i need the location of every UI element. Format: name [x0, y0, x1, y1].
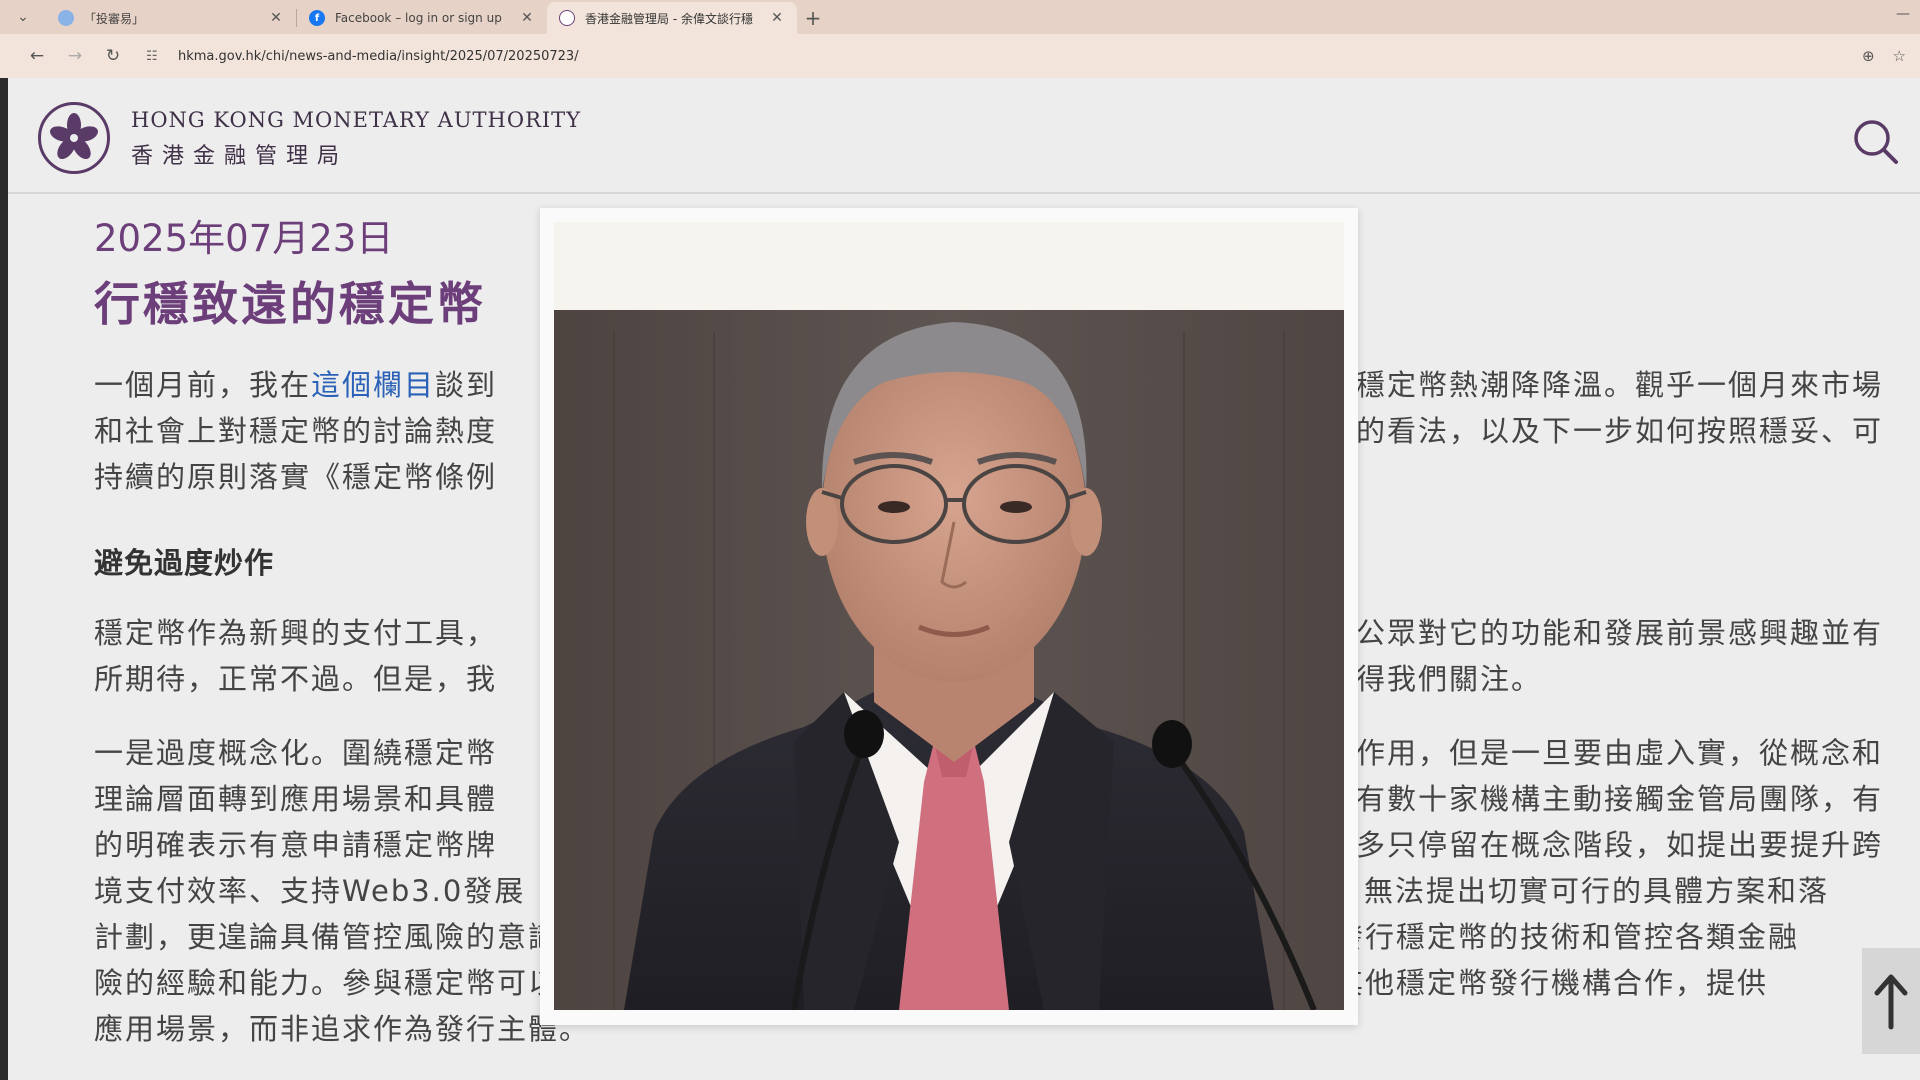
zoom-icon[interactable]: ⊕	[1862, 47, 1875, 65]
tab-search-chevron-icon[interactable]: ⌄	[0, 0, 46, 34]
tab-2-title: Facebook – log in or sign up	[335, 11, 502, 25]
text: 無法提出切實可行的具體方案和落	[1364, 874, 1830, 908]
forward-button[interactable]: →	[56, 41, 94, 71]
logo-name-en: HONG KONG MONETARY AUTHORITY	[131, 108, 582, 132]
text: 一是過度概念化。圍繞穩定幣	[94, 736, 498, 770]
browser-toolbar: ← → ↻ ☷ hkma.gov.hk/chi/news-and-media/i…	[0, 34, 1920, 78]
text: 公眾對它的功能和發展前景感興趣並有	[1356, 616, 1884, 650]
tab-close-icon[interactable]: ✕	[519, 10, 535, 26]
web-page: HONG KONG MONETARY AUTHORITY 香港金融管理局 202…	[8, 78, 1920, 1080]
site-info-icon[interactable]: ☷	[146, 49, 168, 64]
tab-strip: ⌄ 「投審易」 ✕ f Facebook – log in or sign up…	[0, 0, 1920, 34]
tab-close-icon[interactable]: ✕	[268, 10, 284, 26]
text: 一個月前，我在	[94, 368, 312, 402]
text: 得我們關注。	[1356, 662, 1543, 696]
reload-button[interactable]: ↻	[94, 41, 132, 71]
speaker-photo	[554, 222, 1344, 1010]
new-tab-button[interactable]: +	[797, 2, 829, 34]
text: 和社會上對穩定幣的討論熱度	[94, 414, 498, 448]
text: 的明確表示有意申請穩定幣牌	[94, 828, 498, 862]
minimize-icon[interactable]: —	[1896, 6, 1910, 22]
tab-3-title: 香港金融管理局 - 余偉文談行穩	[585, 11, 753, 26]
site-header: HONG KONG MONETARY AUTHORITY 香港金融管理局	[8, 78, 1920, 194]
bookmark-star-icon[interactable]: ☆	[1893, 47, 1906, 65]
column-link[interactable]: 這個欄目	[311, 368, 435, 402]
site-icon	[58, 10, 74, 26]
text: 多只停留在概念階段，如提出要提升跨	[1356, 828, 1884, 862]
text: 所期待，正常不過。但是，我	[94, 662, 498, 696]
inset-photo-frame	[540, 208, 1358, 1025]
toolbar-right: ⊕ ☆	[1862, 47, 1920, 65]
text: 理論層面轉到應用場景和具體	[94, 782, 498, 816]
text: 有數十家機構主動接觸金管局團隊，有	[1356, 782, 1884, 816]
text: 境支付效率、支持Web3.0發展	[94, 874, 526, 908]
hkma-icon	[559, 10, 575, 26]
text: 持續的原則落實《穩定幣條例	[94, 460, 498, 494]
text: 穩定幣熱潮降降溫。觀乎一個月來市場	[1356, 368, 1884, 402]
text: 的看法，以及下一步如何按照穩妥、可	[1356, 414, 1884, 448]
text: 作用，但是一旦要由虛入實，從概念和	[1356, 736, 1884, 770]
url-text: hkma.gov.hk/chi/news-and-media/insight/2…	[178, 48, 579, 64]
tab-3-active[interactable]: 香港金融管理局 - 余偉文談行穩 ✕	[547, 2, 797, 34]
back-button[interactable]: ←	[18, 41, 56, 71]
tab-close-icon[interactable]: ✕	[769, 10, 785, 26]
tab-1-title: 「投審易」	[84, 11, 145, 26]
tab-2[interactable]: f Facebook – log in or sign up ✕	[297, 2, 547, 34]
address-bar[interactable]: ☷ hkma.gov.hk/chi/news-and-media/insight…	[146, 41, 1862, 71]
search-icon[interactable]	[1852, 118, 1900, 166]
logo-name-zh: 香港金融管理局	[131, 144, 349, 169]
text: 穩定幣作為新興的支付工具，	[94, 616, 498, 650]
back-to-top-button[interactable]	[1862, 948, 1920, 1054]
text: 談到	[435, 368, 498, 402]
tab-1[interactable]: 「投審易」 ✕	[46, 2, 296, 34]
facebook-icon: f	[309, 10, 325, 26]
hkma-logo-icon[interactable]	[38, 102, 110, 174]
